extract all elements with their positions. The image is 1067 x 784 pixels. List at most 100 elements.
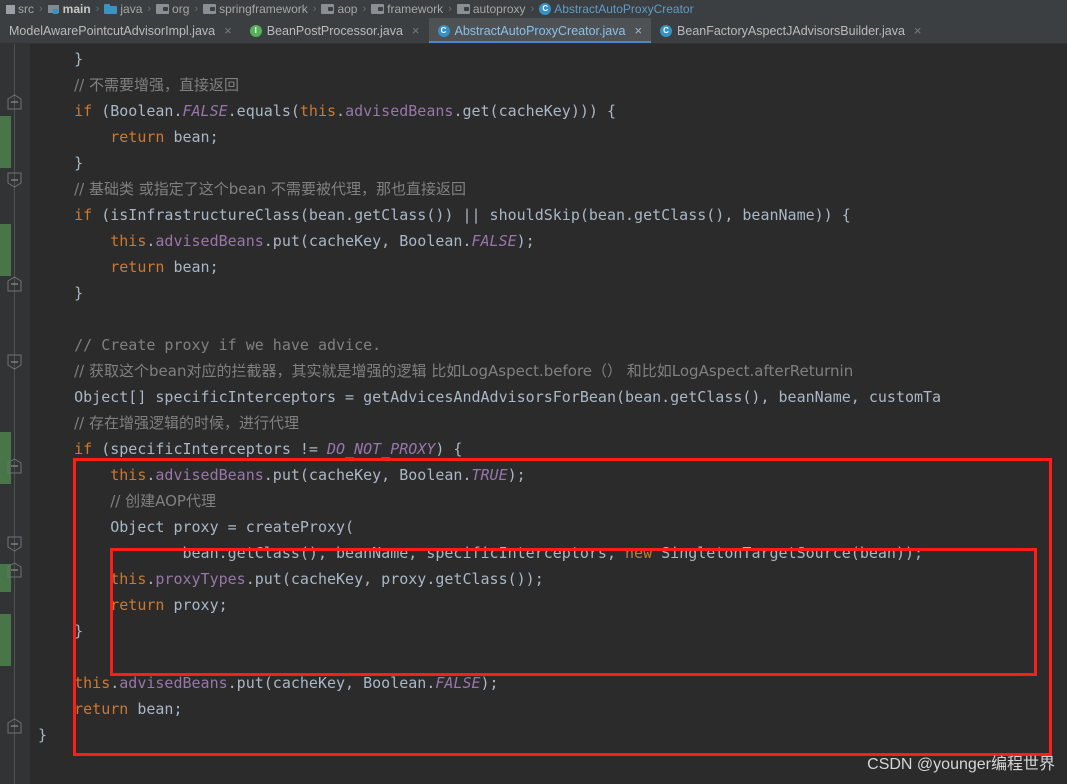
breadcrumb-item-aop[interactable]: aop (319, 2, 359, 16)
code-line: } (30, 722, 1067, 748)
close-icon[interactable]: × (634, 24, 642, 37)
code-token: // 创建AOP代理 (110, 492, 216, 510)
code-token: if (74, 206, 93, 224)
code-token: SingletonTargetSource(bean)); (652, 544, 924, 562)
code-line: } (30, 46, 1067, 72)
interface-icon: I (249, 24, 262, 37)
close-icon[interactable]: × (224, 24, 232, 37)
code-line: // 不需要增强，直接返回 (30, 72, 1067, 98)
code-token: FALSE (182, 102, 228, 120)
fold-start-icon[interactable] (6, 276, 23, 293)
code-token: return (74, 700, 129, 718)
editor-tab-beanfactoryaspectjadvisorsbuilder[interactable]: C BeanFactoryAspectJAdvisorsBuilder.java × (651, 18, 930, 43)
breadcrumb-separator: › (39, 3, 43, 15)
code-token: } (74, 50, 84, 68)
source-root-icon (47, 4, 60, 14)
breadcrumb-item-label: AbstractAutoProxyCreator (554, 2, 694, 16)
fold-start-icon[interactable] (6, 562, 23, 579)
code-line: // 基础类 或指定了这个bean 不需要被代理，那也直接返回 (30, 176, 1067, 202)
breadcrumb-item-main[interactable]: main (46, 2, 93, 16)
code-token: Object[] specificInterceptors = getAdvic… (74, 388, 869, 406)
code-line: return bean; (30, 124, 1067, 150)
code-token: this (74, 674, 111, 692)
code-content[interactable]: } // 不需要增强，直接返回 if (Boolean.FALSE.equals… (30, 44, 1067, 784)
editor-tab-label: ModelAwarePointcutAdvisorImpl.java (9, 23, 216, 38)
code-token: advisedBeans (119, 674, 228, 692)
code-token: this (110, 570, 147, 588)
breadcrumb-item-springframework[interactable]: springframework (201, 2, 310, 16)
fold-start-icon[interactable] (6, 718, 23, 735)
breadcrumb-item-src[interactable]: src (4, 2, 36, 16)
package-folder-icon (456, 4, 470, 14)
vcs-change-marker[interactable] (0, 224, 11, 276)
fold-end-icon[interactable] (6, 536, 23, 553)
code-token: return (110, 128, 165, 146)
code-editor[interactable]: } // 不需要增强，直接返回 if (Boolean.FALSE.equals… (0, 44, 1067, 784)
code-line: // 存在增强逻辑的时候，进行代理 (30, 410, 1067, 436)
breadcrumb-separator: › (362, 3, 367, 15)
package-folder-icon (156, 4, 170, 14)
breadcrumb-item-label: java (120, 2, 143, 16)
breadcrumb-separator: › (312, 3, 317, 15)
code-line: Object proxy = createProxy( (30, 514, 1067, 540)
breadcrumb-item-framework[interactable]: framework (369, 2, 445, 16)
code-token: } (74, 622, 84, 640)
breadcrumb-item-autoproxy[interactable]: autoproxy (455, 2, 528, 16)
fold-end-icon[interactable] (6, 172, 23, 189)
code-token: // Create proxy if we have advice. (74, 336, 382, 354)
fold-start-icon[interactable] (6, 94, 23, 111)
code-token: .put(cacheKey, proxy.getClass()); (245, 570, 544, 588)
code-token: bean; (164, 128, 219, 146)
code-token: return (110, 258, 165, 276)
breadcrumb-item-label: autoproxy (472, 2, 526, 16)
code-token: ); (516, 232, 535, 250)
breadcrumb-item-java[interactable]: java (102, 2, 144, 16)
code-token: .put(cacheKey, Boolean. (263, 232, 472, 250)
breadcrumb-item-label: aop (337, 2, 358, 16)
code-line: bean.getClass(), beanName, specificInter… (30, 540, 1067, 566)
fold-end-icon[interactable] (6, 354, 23, 371)
breadcrumb-item-org[interactable]: org (154, 2, 191, 16)
editor-gutter[interactable] (0, 44, 30, 784)
code-token: // 获取这个bean对应的拦截器，其实就是增强的逻辑 比如LogAspect.… (74, 362, 854, 380)
code-token: this (299, 102, 337, 120)
code-token: proxy; (164, 596, 228, 614)
breadcrumb: src › main › java › org › springframework › aop › fr… (0, 0, 1067, 18)
code-line: this.proxyTypes.put(cacheKey, proxy.getC… (30, 566, 1067, 592)
code-line: if (specificInterceptors != DO_NOT_PROXY… (30, 436, 1067, 462)
code-token: . (336, 102, 346, 120)
code-token: ); (480, 674, 499, 692)
code-line: return bean; (30, 696, 1067, 722)
code-token: bean; (128, 700, 183, 718)
code-token: // 不需要增强，直接返回 (74, 76, 240, 94)
editor-tab-abstractautoproxycreator[interactable]: C AbstractAutoProxyCreator.java × (428, 18, 652, 43)
code-token: FALSE (471, 232, 517, 250)
package-folder-icon (203, 4, 217, 14)
editor-tab-beanpostprocessor[interactable]: I BeanPostProcessor.java × (241, 18, 429, 43)
fold-start-icon[interactable] (6, 458, 23, 475)
code-token: FALSE (435, 674, 481, 692)
editor-tab-modelawarepointcutadvisorimpl[interactable]: ModelAwarePointcutAdvisorImpl.java × (0, 18, 241, 43)
code-line: this.advisedBeans.put(cacheKey, Boolean.… (30, 462, 1067, 488)
code-token: } (74, 284, 84, 302)
vcs-change-marker[interactable] (0, 116, 11, 168)
vcs-change-marker[interactable] (0, 614, 11, 666)
close-icon[interactable]: × (914, 24, 922, 37)
code-token: // 基础类 或指定了这个bean 不需要被代理，那也直接返回 (74, 180, 466, 198)
class-icon: C (437, 24, 450, 37)
code-token: TRUE (471, 466, 508, 484)
close-icon[interactable]: × (412, 24, 420, 37)
code-line: return bean; (30, 254, 1067, 280)
breadcrumb-item-label: framework (387, 2, 444, 16)
code-token: bean.getClass(), beanName, specificInter… (182, 544, 626, 562)
code-line: if (isInfrastructureClass(bean.getClass(… (30, 202, 1067, 228)
code-token: Object proxy = createProxy( (110, 518, 355, 536)
code-token: ) { (435, 440, 463, 458)
code-token: bean; (164, 258, 219, 276)
code-token: proxyTypes (155, 570, 246, 588)
code-line: Object[] specificInterceptors = getAdvic… (30, 384, 1067, 410)
code-token: .put(cacheKey, Boolean. (263, 466, 472, 484)
code-token: (isInfrastructureClass(bean.getClass()) … (92, 206, 851, 224)
breadcrumb-item-abstractautoproxycreator[interactable]: C AbstractAutoProxyCreator (537, 2, 695, 16)
